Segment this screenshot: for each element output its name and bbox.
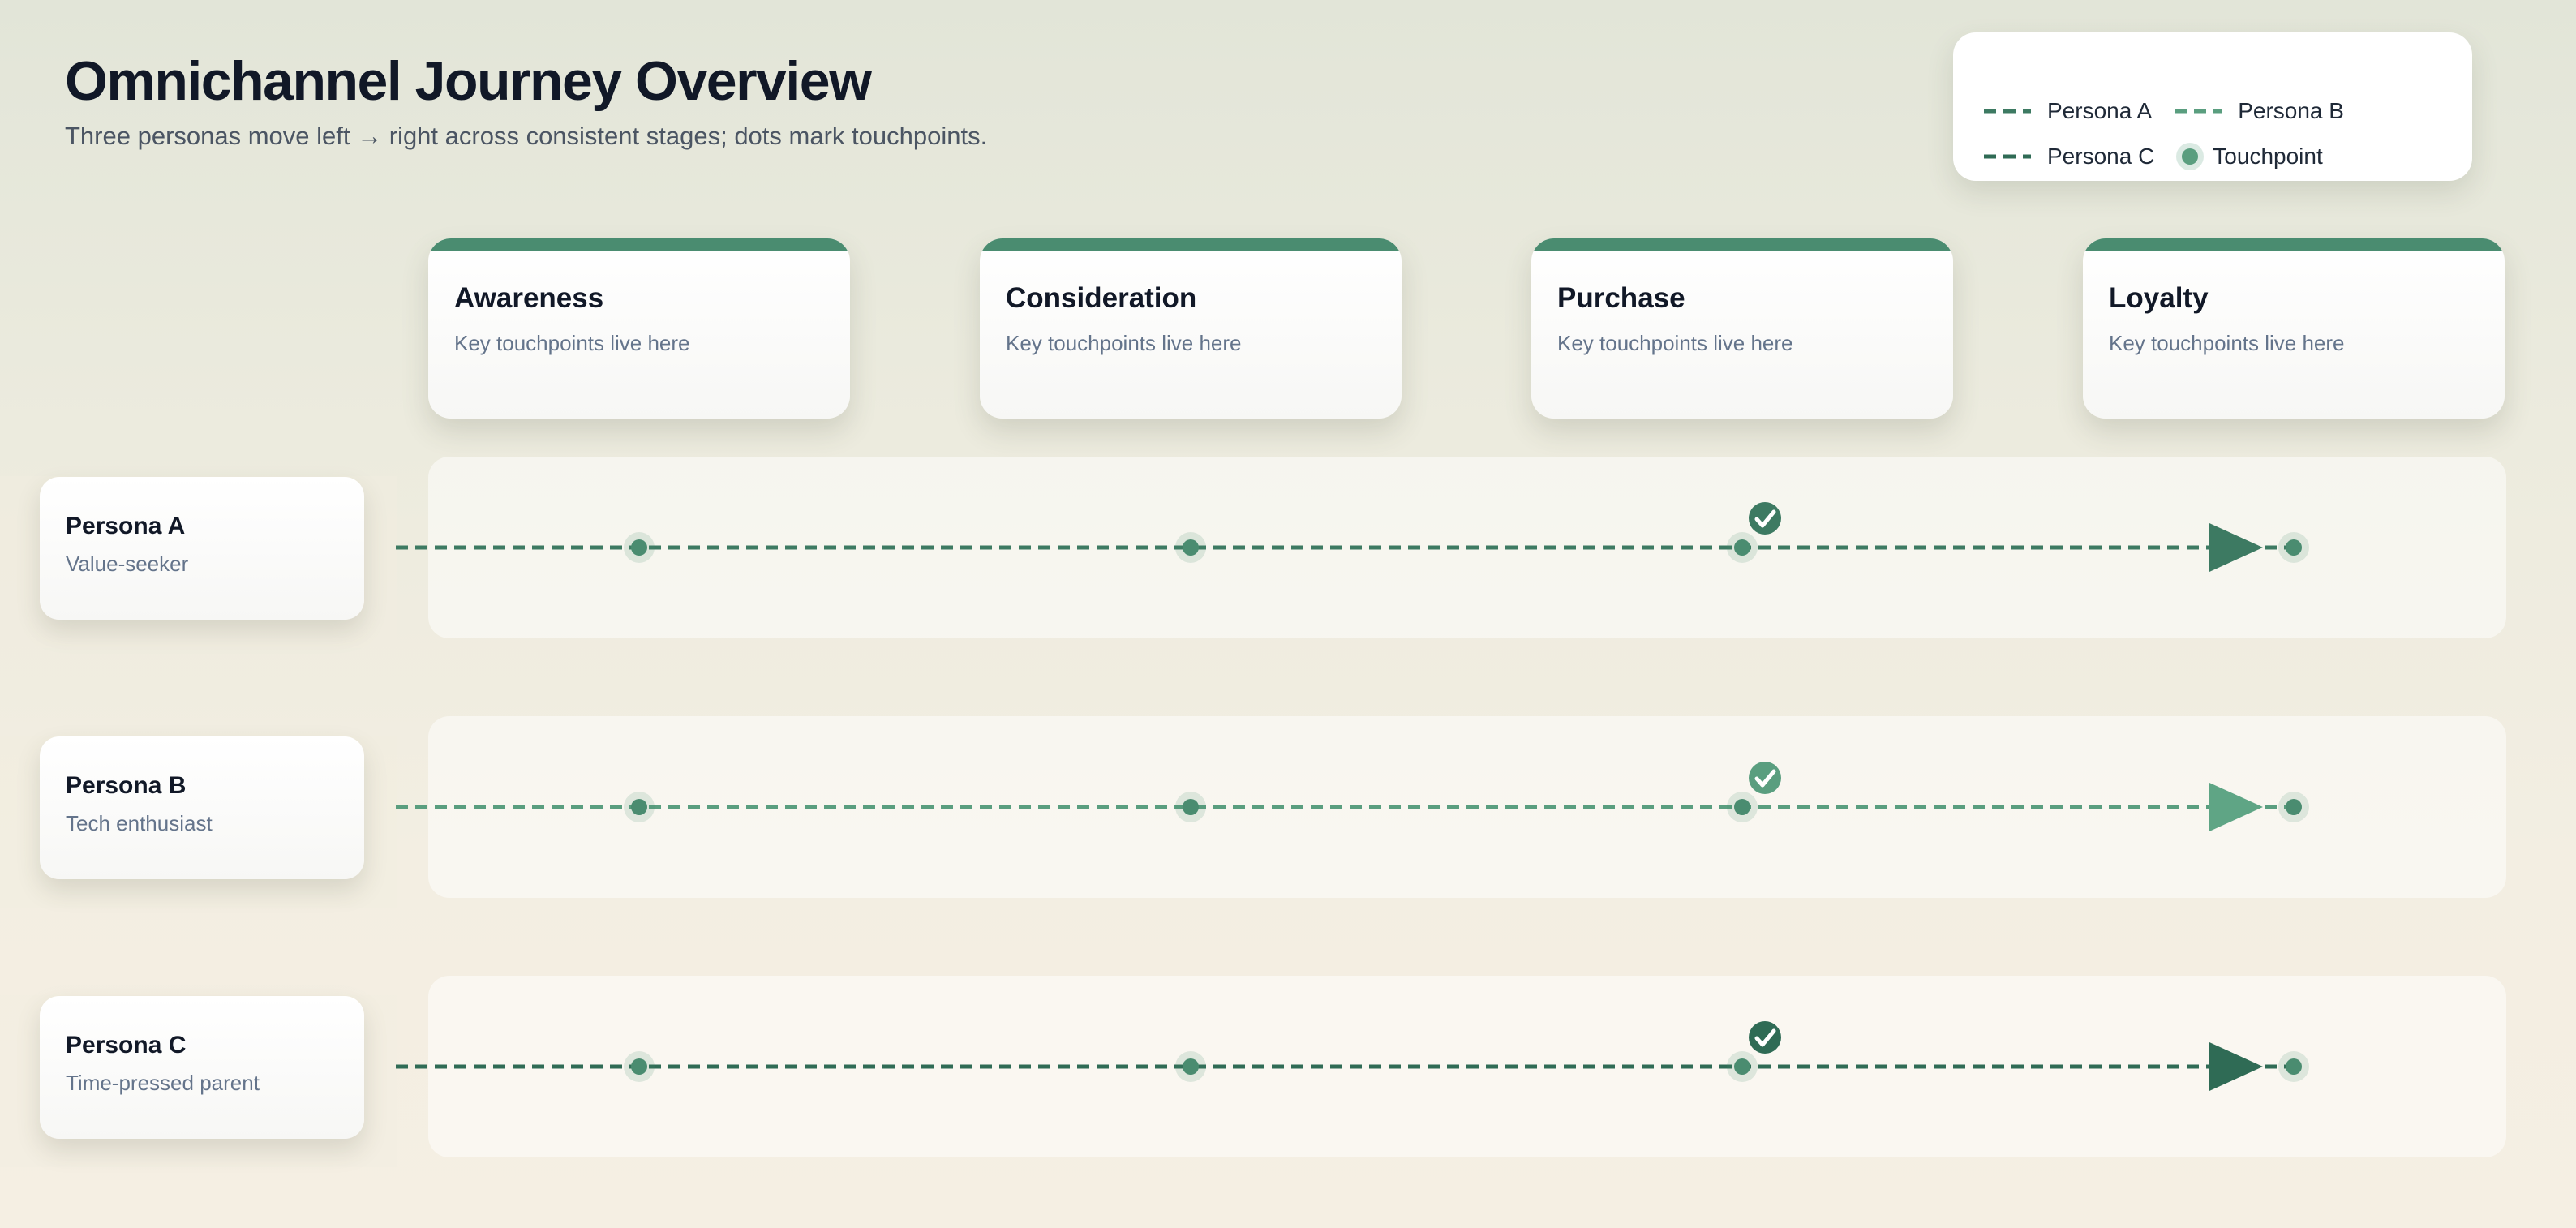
stage-card-awareness: Awareness Key touchpoints live here <box>428 238 850 419</box>
page-subtitle: Three personas move left → right across … <box>65 122 988 150</box>
persona-name: Persona A <box>66 513 186 539</box>
stage-card-loyalty: Loyalty Key touchpoints live here <box>2083 238 2505 419</box>
page-title: Omnichannel Journey Overview <box>65 50 872 112</box>
legend-label: Persona A <box>2047 98 2153 123</box>
stage-accent-bar <box>2083 238 2505 251</box>
stage-description: Key touchpoints live here <box>1006 331 1242 355</box>
legend-label: Persona C <box>2047 144 2155 169</box>
persona-card-a: Persona A Value-seeker <box>40 477 364 620</box>
persona-card-c: Persona C Time-pressed parent <box>40 996 364 1139</box>
stage-description: Key touchpoints live here <box>454 331 690 355</box>
persona-a-line-swatch <box>1984 109 2031 114</box>
legend-item-touchpoint: Touchpoint <box>2175 144 2323 170</box>
legend-row: Persona C Touchpoint <box>1982 140 2344 173</box>
persona-card-b: Persona B Tech enthusiast <box>40 736 364 879</box>
stage-name: Purchase <box>1557 282 1685 314</box>
persona-b-lane <box>428 716 2506 898</box>
persona-name: Persona C <box>66 1032 187 1058</box>
persona-c-line-swatch <box>1984 154 2031 159</box>
stage-name: Awareness <box>454 282 604 314</box>
persona-b-line-swatch <box>2175 109 2222 114</box>
stage-accent-bar <box>428 238 850 251</box>
persona-a-lane <box>428 457 2506 638</box>
legend-item-persona-b: Persona B <box>2173 98 2344 124</box>
stage-accent-bar <box>980 238 1402 251</box>
persona-c-lane <box>428 976 2506 1157</box>
stage-description: Key touchpoints live here <box>1557 331 1793 355</box>
legend-item-persona-a: Persona A <box>1982 98 2152 124</box>
persona-name: Persona B <box>66 772 187 799</box>
legend: Persona A Persona B Persona C Touchpoint <box>1953 32 2472 181</box>
persona-description: Value-seeker <box>66 552 189 576</box>
touchpoint-dot-icon <box>2182 148 2199 165</box>
legend-item-persona-c: Persona C <box>1982 144 2154 170</box>
stage-card-consideration: Consideration Key touchpoints live here <box>980 238 1402 419</box>
stage-card-purchase: Purchase Key touchpoints live here <box>1531 238 1953 419</box>
persona-description: Time-pressed parent <box>66 1071 260 1095</box>
persona-description: Tech enthusiast <box>66 811 213 835</box>
stage-accent-bar <box>1531 238 1953 251</box>
legend-row: Persona A Persona B <box>1982 95 2365 127</box>
stage-name: Loyalty <box>2109 282 2209 314</box>
legend-label: Touchpoint <box>2213 144 2323 169</box>
legend-label: Persona B <box>2238 98 2344 123</box>
stage-description: Key touchpoints live here <box>2109 331 2345 355</box>
stage-name: Consideration <box>1006 282 1197 314</box>
